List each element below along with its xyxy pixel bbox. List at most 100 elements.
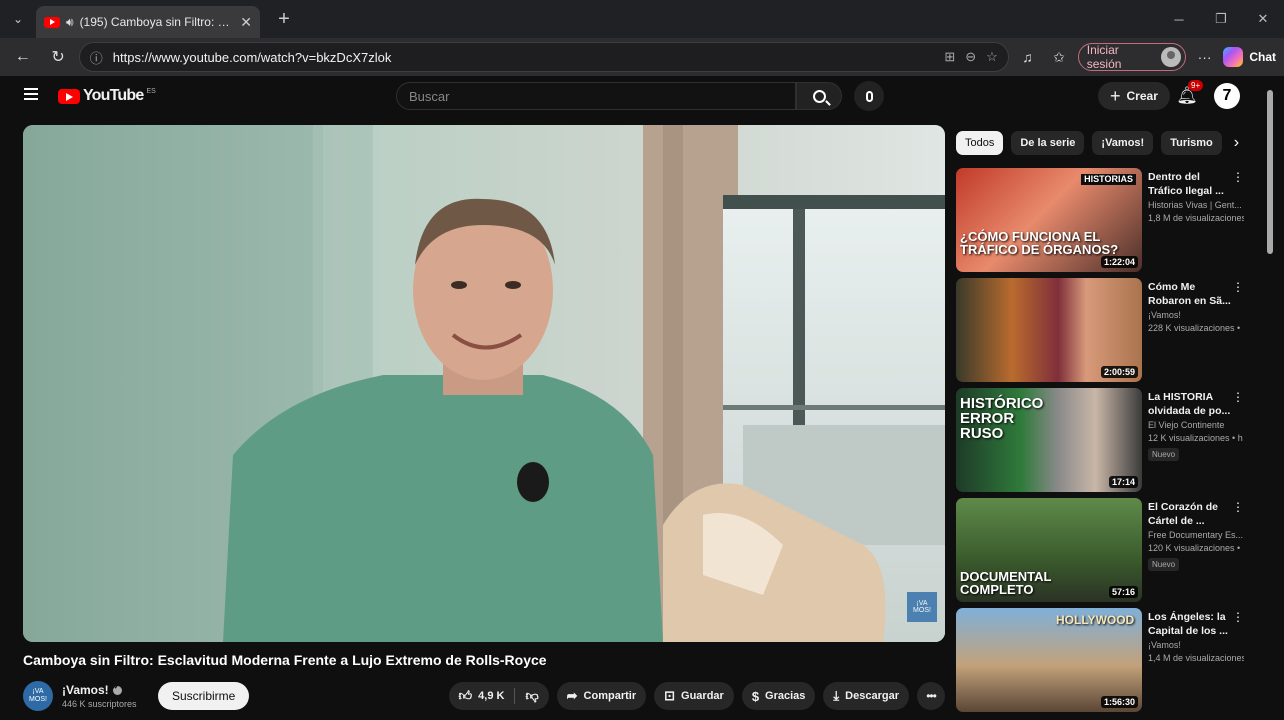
channel-name[interactable]: Free Documentary Es... (1148, 530, 1244, 540)
list-item[interactable]: HOLLYWOOD 1:56:30 Los Ángeles: la Capita… (956, 608, 1256, 718)
video-thumbnail[interactable]: HISTORIAS ¿CÓMO FUNCIONA EL TRÁFICO DE Ó… (956, 168, 1142, 272)
channel-name-row[interactable]: ¡Vamos! (62, 683, 150, 697)
chip-todos[interactable]: Todos (956, 131, 1004, 155)
youtube-favicon-icon (44, 16, 60, 28)
save-button[interactable]: ⊡ Guardar (654, 682, 734, 710)
video-thumbnail[interactable]: DOCUMENTAL COMPLETO 57:16 (956, 498, 1142, 602)
youtube-logo[interactable]: YouTube ES (58, 87, 156, 105)
download-icon: ⤓ (833, 688, 840, 703)
logo-text: YouTube (83, 87, 144, 104)
url-field[interactable]: ⓘ https://www.youtube.com/watch?v=bkzDcX… (78, 42, 1009, 72)
minimize-button[interactable]: ─ (1158, 0, 1200, 38)
copilot-chat-button[interactable]: Chat (1223, 47, 1276, 67)
zoom-icon[interactable]: ⊖ (965, 49, 976, 65)
maximize-button[interactable]: ❐ (1200, 0, 1242, 38)
back-button[interactable]: ← (8, 42, 37, 72)
guide-menu-icon[interactable] (24, 88, 38, 100)
channel-name[interactable]: Historias Vivas | Gent... (1148, 200, 1244, 210)
channel-name[interactable]: ¡Vamos! (1148, 310, 1244, 320)
list-item[interactable]: HISTORIAS ¿CÓMO FUNCIONA EL TRÁFICO DE Ó… (956, 168, 1256, 278)
video-title[interactable]: Los Ángeles: la Capital de los ... (1148, 610, 1244, 638)
more-vert-icon[interactable]: ⋮ (1232, 280, 1244, 294)
more-vert-icon[interactable]: ⋮ (1232, 500, 1244, 514)
duration-badge: 57:16 (1108, 586, 1138, 598)
video-title[interactable]: Cómo Me Robaron en Sã... (1148, 280, 1244, 308)
chevron-right-icon[interactable]: › (1234, 134, 1239, 152)
duration-badge: 2:00:59 (1100, 366, 1138, 378)
new-tab-button[interactable]: + (266, 8, 302, 31)
browser-tab-active[interactable]: 🔊︎ (195) Camboya sin Filtro: Escla ✕ (36, 6, 260, 38)
account-avatar[interactable]: 7 (1214, 83, 1240, 109)
video-title[interactable]: Dentro del Tráfico Ilegal ... (1148, 170, 1244, 198)
save-label: Guardar (681, 690, 724, 702)
search-placeholder: Buscar (409, 88, 450, 104)
thanks-button[interactable]: $ Gracias (741, 682, 816, 710)
reload-button[interactable]: ↻ (43, 42, 72, 72)
more-vert-icon[interactable]: ⋮ (1232, 170, 1244, 184)
new-badge: Nuevo (1148, 448, 1180, 461)
site-info-icon[interactable]: ⓘ (90, 48, 103, 67)
share-label: Compartir (583, 690, 637, 702)
video-thumbnail[interactable]: HOLLYWOOD 1:56:30 (956, 608, 1142, 712)
more-vert-icon[interactable]: ⋮ (1232, 390, 1244, 404)
page-scrollbar[interactable] (1266, 90, 1274, 700)
video-title[interactable]: El Corazón de Cártel de ... (1148, 500, 1244, 528)
share-arrow-icon: ➦ (566, 688, 578, 703)
download-button[interactable]: ⤓ Descargar (823, 682, 909, 710)
chip-turismo[interactable]: Turismo (1161, 131, 1222, 155)
video-title[interactable]: La HISTORIA olvidada de po... (1148, 390, 1244, 418)
logo-country-code: ES (146, 87, 156, 95)
list-item[interactable]: 2:00:59 Cómo Me Robaron en Sã... ¡Vamos!… (956, 278, 1256, 388)
video-meta: El Corazón de Cártel de ... Free Documen… (1148, 498, 1244, 608)
video-thumbnail[interactable]: HISTÓRICO ERROR RUSO 17:14 (956, 388, 1142, 492)
channel-watermark[interactable]: ¡VA MOS! (907, 592, 937, 622)
like-count: 4,9 K (478, 690, 505, 702)
video-player[interactable]: ¡VA MOS! (23, 125, 945, 642)
channel-name[interactable]: ¡Vamos! (62, 683, 109, 697)
media-control-icon[interactable]: ♫ (1015, 49, 1040, 65)
chip-vamos[interactable]: ¡Vamos! (1092, 131, 1154, 155)
channel-avatar[interactable]: ¡VA MOS! (23, 681, 53, 711)
more-vert-icon[interactable]: ⋮ (1232, 610, 1244, 624)
list-item[interactable]: HISTÓRICO ERROR RUSO 17:14 La HISTORIA o… (956, 388, 1256, 498)
youtube-header: YouTube ES Buscar + Crear 🔔︎ 9+ 7 (4, 76, 1280, 116)
channel-name[interactable]: ¡Vamos! (1148, 640, 1244, 650)
share-button[interactable]: ➦ Compartir (556, 682, 647, 710)
url-text: https://www.youtube.com/watch?v=bkzDcX7z… (112, 49, 392, 65)
thumbnail-top-text: HISTORIAS (1081, 174, 1136, 185)
thumbnail-text: HOLLYWOOD (1056, 613, 1135, 627)
favorites-icon[interactable]: ✩ (1046, 49, 1071, 66)
close-window-button[interactable]: ✕ (1242, 0, 1284, 38)
channel-info: ¡Vamos! 446 K suscriptores (62, 683, 150, 710)
window-controls: ─ ❐ ✕ (1158, 0, 1284, 38)
dislike-button[interactable]: 👎︎ (515, 682, 548, 710)
youtube-page: YouTube ES Buscar + Crear 🔔︎ 9+ 7 ¡VA MO… (4, 76, 1280, 720)
tab-title: (195) Camboya sin Filtro: Escla (79, 15, 235, 29)
signin-button[interactable]: Iniciar sesión (1077, 43, 1186, 71)
favorite-star-icon[interactable]: ☆ (986, 49, 998, 65)
chip-de-la-serie[interactable]: De la serie (1011, 131, 1085, 155)
like-button[interactable]: 👍︎ 4,9 K (449, 682, 515, 710)
search-input[interactable]: Buscar (396, 82, 796, 110)
signin-label: Iniciar sesión (1086, 43, 1122, 71)
browser-menu-icon[interactable]: ··· (1192, 49, 1217, 65)
duration-badge: 1:56:30 (1100, 696, 1138, 708)
tab-actions-menu[interactable]: ⌄ (0, 0, 36, 38)
list-item[interactable]: DOCUMENTAL COMPLETO 57:16 El Corazón de … (956, 498, 1256, 608)
scrollbar-thumb[interactable] (1267, 90, 1273, 254)
tab-close-icon[interactable]: ✕ (240, 14, 252, 31)
view-count: 1,8 M de visualizaciones (1148, 213, 1244, 223)
app-available-icon[interactable]: ⊞ (944, 49, 955, 65)
speaker-icon[interactable]: 🔊︎ (66, 15, 74, 30)
view-count: 12 K visualizaciones • h (1148, 433, 1243, 443)
subscriber-count: 446 K suscriptores (62, 699, 137, 709)
plus-icon: + (1110, 85, 1121, 106)
search-icon (812, 89, 826, 103)
video-thumbnail[interactable]: 2:00:59 (956, 278, 1142, 382)
create-button[interactable]: + Crear (1098, 82, 1170, 110)
subscribe-button[interactable]: Suscribirme (158, 682, 250, 710)
search-button[interactable] (796, 82, 842, 110)
channel-name[interactable]: El Viejo Continente (1148, 420, 1244, 430)
voice-search-button[interactable] (854, 81, 884, 111)
more-actions-button[interactable]: ••• (917, 682, 945, 710)
